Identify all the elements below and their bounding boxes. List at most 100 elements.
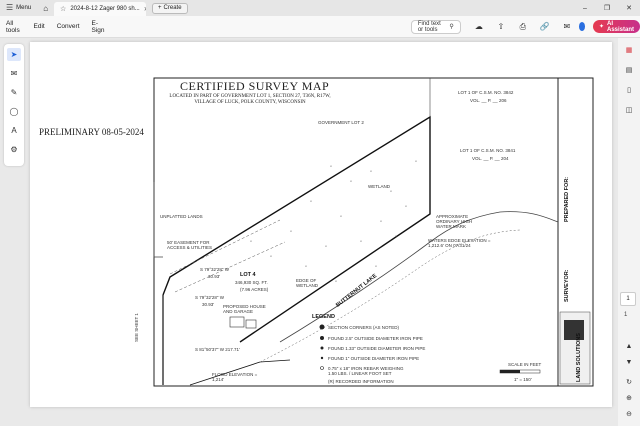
label-lot4: LOT 4 [240,272,256,278]
close-window-icon[interactable]: ✕ [618,0,640,16]
star-icon[interactable]: ☆ [60,5,66,13]
svg-text:ᵥ: ᵥ [380,218,382,224]
label-lot1-csm-3841: LOT 1 OF C.S.M. NO. 3841 [460,148,516,153]
map-subtitle: LOCATED IN PART OF GOVERNMENT LOT 1, SEC… [160,94,340,106]
zoom-out-icon[interactable]: ⊖ [622,408,636,420]
window-controls: – ❐ ✕ [574,0,640,16]
stamp-icon[interactable]: ⚙ [7,143,21,156]
label-edge-wetland: EDGE OF WETLAND [296,278,319,288]
draw-pen-icon[interactable]: ✎ [7,86,21,99]
svg-text:ᵥ: ᵥ [325,243,327,249]
link-icon[interactable]: 🔗 [539,21,551,33]
close-tab-icon[interactable]: ✕ [144,6,146,13]
document-tab[interactable]: ☆ 2024-8-12 Zager 980 sh... ✕ [54,2,147,16]
tab-title: 2024-8-12 Zager 980 sh... [70,6,140,12]
label-wetland: WETLAND [368,184,391,189]
search-icon: ⚲ [449,24,454,30]
svg-text:ᵥ: ᵥ [350,178,352,184]
scale-ratio: 1" = 150' [514,377,532,382]
avatar[interactable] [578,22,585,31]
page-down-icon[interactable]: ▼ [622,356,636,368]
legend-item: (R) RECORDED INFORMATION [328,379,394,384]
label-lot4-area: 346,930 SQ. FT. [235,280,268,285]
label-flood-elevation: FLOOD ELEVATION = 1,214' [212,372,258,382]
rotate-icon[interactable]: ↻ [622,376,636,388]
legend-item: FOUND 1" OUTSIDE DIAMETER IRON PIPE [328,356,420,361]
label-vol-3841: VOL. __ P. __ 204 [472,156,509,161]
legend-item: SECTION CORNERS (AS NOTED) [328,325,400,330]
menu-button[interactable]: ☰ Menu [0,0,37,16]
label-lot1-csm-3842: LOT 1 OF C.S.M. NO. 3842 [458,90,514,95]
sparkle-icon: ✦ [598,24,604,30]
subtitle-line-2: VILLAGE OF LUCK, POLK COUNTY, WISCONSIN [194,100,306,105]
svg-text:ᵥ: ᵥ [330,163,332,169]
create-label: Create [163,5,182,11]
svg-text:ᵥ: ᵥ [375,263,377,269]
comment-icon[interactable]: ✉ [7,67,21,80]
menu-convert[interactable]: Convert [51,23,86,30]
menu-label: Menu [16,5,32,11]
map-title: CERTIFIED SURVEY MAP [180,79,330,93]
svg-text:ᵥ: ᵥ [270,253,272,259]
select-cursor-icon[interactable]: ➤ [7,48,21,61]
label-government-lot: GOVERNMENT LOT 2 [318,120,364,125]
svg-text:ᵥ: ᵥ [370,168,372,174]
svg-text:ᵥ: ᵥ [340,213,342,219]
create-button[interactable]: + Create [152,2,188,14]
label-bearing-2: S 79°32'28" W [195,295,225,300]
scale-label: SCALE IN FEET [508,362,542,367]
menu-esign[interactable]: E-Sign [86,20,111,34]
lasso-icon[interactable]: ◯ [7,105,21,118]
svg-text:ᵥ: ᵥ [290,228,292,234]
bookmark-icon[interactable]: ▤ [623,64,635,76]
legend-item: FOUND 1.33" OUTSIDE DIAMETER IRON PIPE [328,346,426,351]
hamburger-icon: ☰ [6,3,14,12]
label-ohwm: APPROXIMATE ORDINARY HIGH WATER MARK [436,214,473,229]
pages-icon[interactable]: ◫ [623,104,635,116]
svg-text:ᵥ: ᵥ [305,263,307,269]
restore-icon[interactable]: ❐ [596,0,618,16]
legend-item: FOUND 2.5" OUTSIDE DIAMETER IRON PIPE [328,336,423,341]
label-prepared-for: PREPARED FOR: [564,176,570,222]
left-tool-rail: ➤ ✉ ✎ ◯ A ⚙ [4,44,24,166]
label-bearing-2-dist: 30.93' [202,302,215,307]
zoom-in-icon[interactable]: ⊕ [622,392,636,404]
current-page-indicator[interactable]: 1 [620,292,636,306]
svg-text:ᵥ: ᵥ [310,198,312,204]
toolbar-icons: ☁ ⇧ ⎙ 🔗 ✉ [473,21,573,33]
label-proposed-house: PROPOSED HOUSE AND GARAGE [223,304,266,314]
svg-text:ᵥ: ᵥ [360,238,362,244]
label-bearing-1: S 79°32'28" W [200,267,230,272]
print-icon[interactable]: ⎙ [517,21,529,33]
label-land-solutions: LAND SOLUTIONS [576,333,582,382]
total-pages: 1 [624,312,628,318]
svg-text:ᵥ: ᵥ [335,278,337,284]
label-bearing-3: S 81°50'37" W 217.71' [195,347,240,352]
attachment-icon[interactable]: ▯ [623,84,635,96]
text-box-icon[interactable]: A [7,124,21,137]
preliminary-stamp: PRELIMINARY 08-05-2024 [39,127,144,137]
app-toolbar: All tools Edit Convert E-Sign Find text … [0,16,640,38]
upload-icon[interactable]: ⇧ [495,21,507,33]
label-lot4-acres: (7.96 ACRES) [240,287,269,292]
page-up-icon[interactable]: ▲ [622,340,636,352]
svg-text:ᵥ: ᵥ [395,233,397,239]
legend-title: LEGEND [312,314,335,320]
find-tools-search[interactable]: Find text or tools ⚲ [410,19,461,34]
ai-assistant-button[interactable]: ✦ AI Assistant [592,20,640,33]
ai-assistant-label: AI Assistant [606,20,634,33]
save-to-cloud-icon[interactable]: ☁ [473,21,485,33]
label-unplatted: UNPLATTED LANDS [160,214,203,219]
svg-text:ᵥ: ᵥ [250,238,252,244]
pdf-tools-icon[interactable]: ▦ [623,44,635,56]
legend-item: 0.75" x 18" IRON REBAR WEIGHING 1.50 LBS… [328,366,404,376]
svg-text:ᵥ: ᵥ [405,203,407,209]
minimize-icon[interactable]: – [574,0,596,16]
menu-edit[interactable]: Edit [28,23,51,30]
menu-all-tools[interactable]: All tools [0,20,28,34]
home-icon[interactable]: ⌂ [37,4,54,13]
email-icon[interactable]: ✉ [561,21,573,33]
label-vol-3842: VOL. __ P. __ 206 [470,98,507,103]
label-see-sheet: SEE SHEET 1 [134,313,139,342]
plus-icon: + [158,5,162,11]
